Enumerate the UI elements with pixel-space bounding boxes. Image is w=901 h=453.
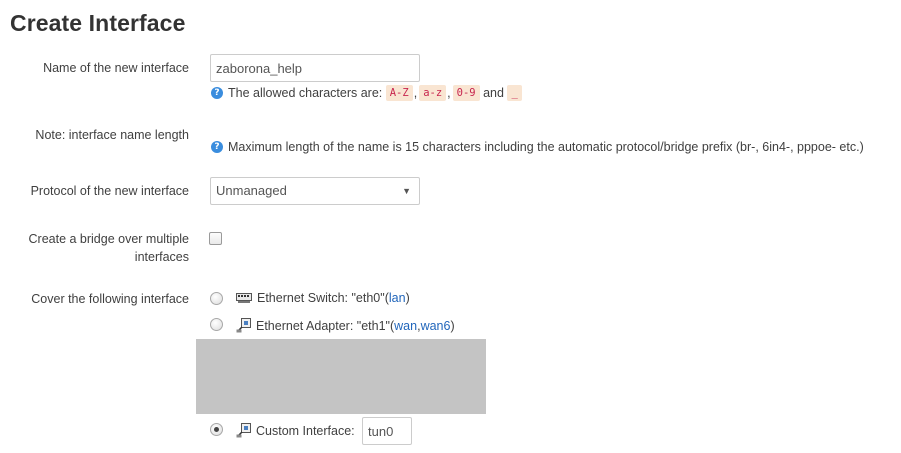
help-prefix: The allowed characters are: [228, 86, 383, 100]
char-range-lower: a-z [419, 85, 447, 101]
bridge-label-line1: Create a bridge over multiple [28, 232, 190, 246]
link-wan[interactable]: wan [394, 319, 417, 333]
redacted-region [196, 339, 486, 414]
note-help-text: Maximum length of the name is 15 charact… [228, 140, 864, 154]
protocol-select[interactable]: Unmanaged ▼ [210, 177, 420, 205]
help-icon: ? [211, 141, 223, 153]
protocol-label: Protocol of the new interface [30, 184, 189, 198]
interface-name-input[interactable] [210, 54, 420, 82]
paren-close: ) [450, 318, 455, 333]
bridge-label: Create a bridge over multiple interfaces [29, 230, 190, 266]
ethernet-switch-icon [236, 293, 252, 303]
bridge-checkbox[interactable] [209, 232, 222, 245]
custom-interface-label: Custom Interface: [256, 423, 355, 438]
radio-custom[interactable] [210, 423, 223, 436]
help-icon: ? [211, 87, 223, 99]
eth1-text: Ethernet Adapter: "eth1" [256, 318, 390, 333]
ethernet-adapter-icon [236, 318, 251, 333]
interface-option-eth1[interactable]: Ethernet Adapter: "eth1" (wan, wan6) [236, 318, 455, 333]
name-label: Name of the new interface [43, 61, 189, 75]
page-title: Create Interface [10, 10, 186, 36]
note-label: Note: interface name length [35, 128, 189, 142]
char-range-digits: 0-9 [452, 85, 480, 101]
interface-option-eth0[interactable]: Ethernet Switch: "eth0" (lan) [236, 291, 410, 305]
bridge-label-line2: interfaces [134, 250, 189, 264]
radio-eth1[interactable] [210, 318, 223, 331]
link-wan6[interactable]: wan6 [421, 319, 451, 333]
ethernet-adapter-icon [236, 423, 251, 438]
help-and: and [483, 86, 504, 100]
name-help: ? The allowed characters are: A-Z, a-z, … [211, 85, 522, 101]
dropdown-arrow-icon: ▼ [402, 186, 411, 196]
custom-interface-input[interactable] [362, 417, 412, 445]
interface-option-custom[interactable]: Custom Interface: [236, 423, 355, 438]
paren-close: ) [405, 291, 410, 305]
link-lan[interactable]: lan [389, 291, 406, 305]
char-underscore: _ [507, 85, 522, 101]
note-help: ? Maximum length of the name is 15 chara… [211, 140, 864, 154]
protocol-selected-value: Unmanaged [216, 183, 287, 198]
cover-label: Cover the following interface [31, 292, 189, 306]
eth0-text: Ethernet Switch: "eth0" [257, 291, 385, 305]
char-range-upper: A-Z [385, 85, 413, 101]
radio-eth0[interactable] [210, 292, 223, 305]
